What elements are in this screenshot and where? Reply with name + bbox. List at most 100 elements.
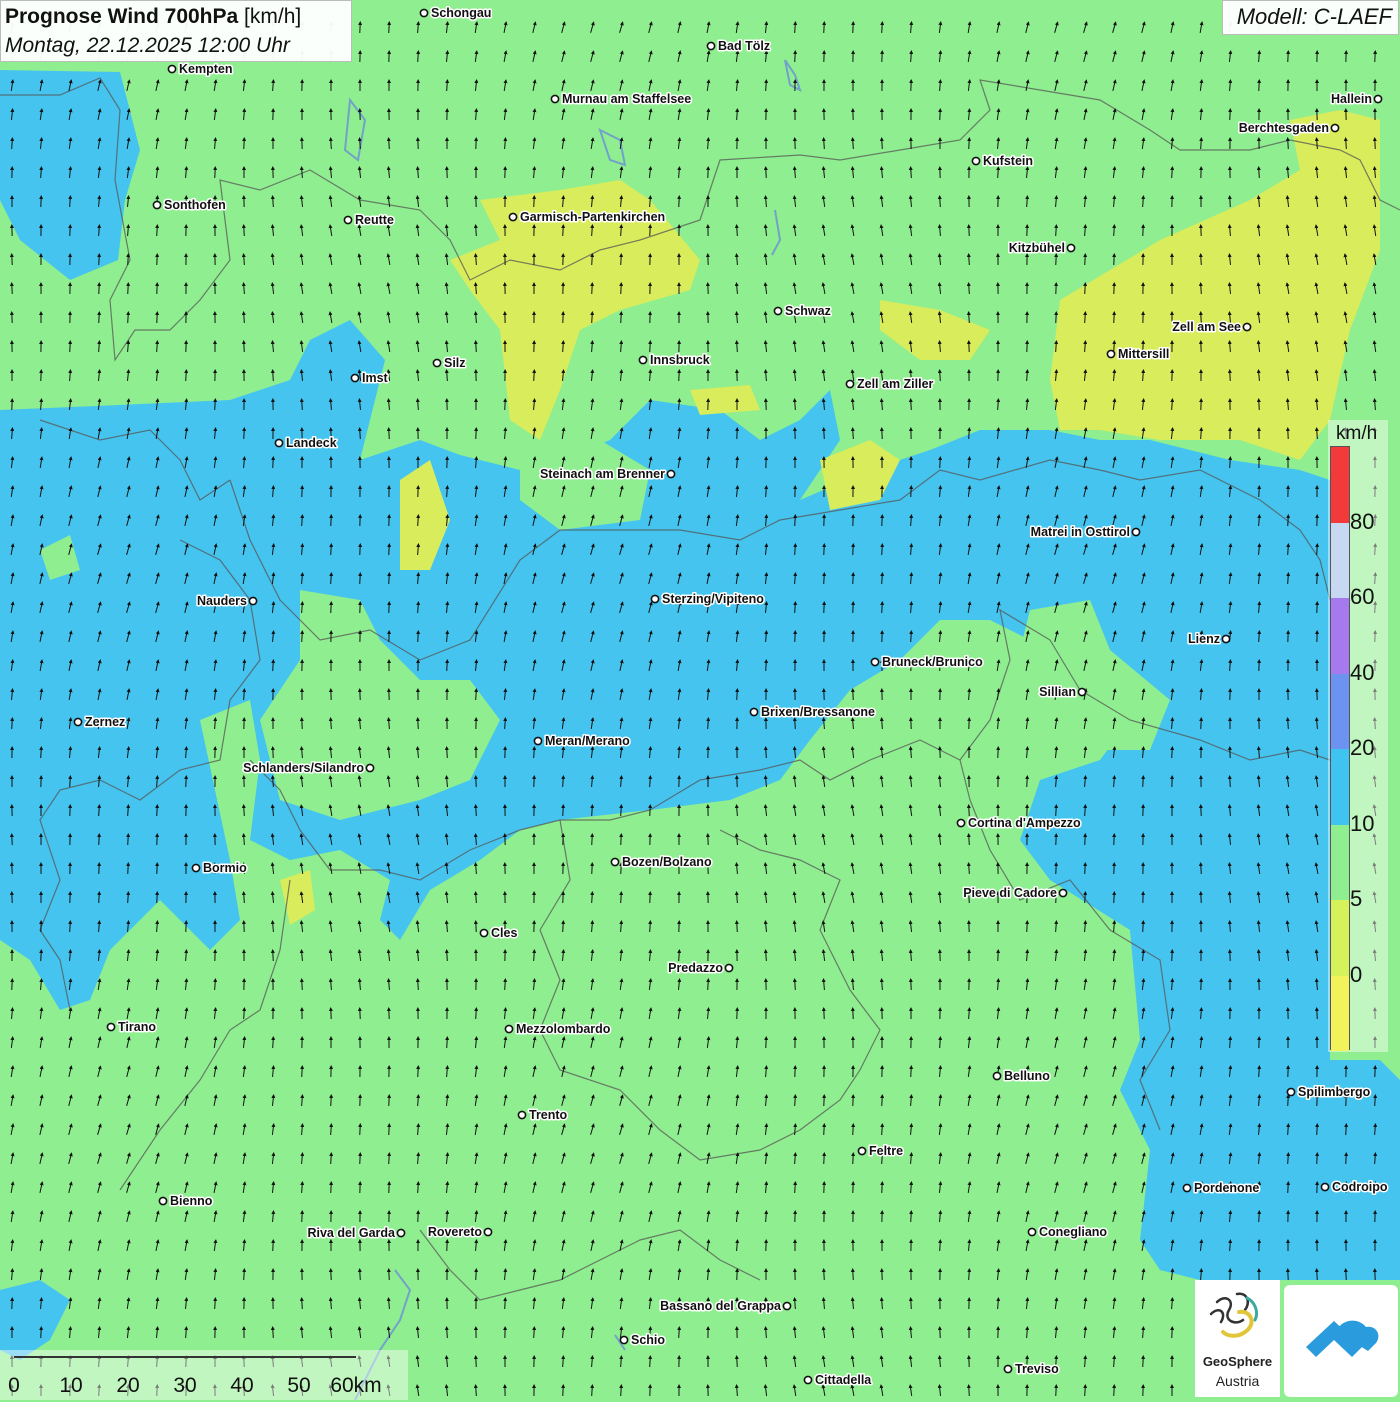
legend-band [1331,447,1349,523]
wind-arrow [360,1270,361,1280]
wind-arrow [186,371,187,381]
wind-arrow [1085,1386,1086,1396]
wind-arrow [592,1386,593,1396]
model-label: Modell: C-LAEF [1222,0,1399,35]
city-marker[interactable]: Codroipo [1321,1180,1388,1194]
city-label: Lienz [1188,632,1220,646]
city-marker[interactable]: Conegliano [1028,1225,1107,1239]
city-marker[interactable]: Meran/Merano [534,734,630,748]
legend-band [1331,598,1349,674]
city-marker[interactable]: Pordenone [1183,1181,1259,1195]
legend-tick-label: 60 [1350,584,1374,610]
wind-arrow [1288,1183,1289,1193]
wind-arrow [969,1270,970,1280]
city-marker[interactable]: Mezzolombardo [505,1022,610,1036]
city-marker[interactable]: Bruneck/Brunico [871,655,983,669]
legend-band [1331,825,1349,901]
city-marker[interactable]: Sterzing/Vipiteno [651,592,764,606]
city-label: Schwaz [785,304,831,318]
wind-arrow [1085,226,1086,236]
wind-arrow [1143,197,1144,207]
city-marker[interactable]: Schlanders/Silandro [243,761,373,775]
wind-arrow [1114,1386,1115,1396]
wind-arrow [940,1328,941,1338]
wind-arrow [1230,197,1231,207]
city-marker[interactable]: Spilimbergo [1287,1085,1370,1099]
wind-arrow [766,81,767,91]
city-marker[interactable]: Pieve di Cadore [963,886,1066,900]
wind-arrow [389,429,390,439]
city-marker[interactable]: Brixen/Bressanone [750,705,875,719]
scale-label: 60km [330,1374,381,1398]
city-marker[interactable]: Sonthofen [153,198,225,212]
city-dot [639,356,646,363]
city-marker[interactable]: Steinach am Brenner [540,467,675,481]
wind-arrow [12,139,13,149]
wind-arrow [911,52,912,62]
city-dot [74,718,81,725]
wind-arrow [447,748,448,758]
weather-app-icon [1284,1285,1398,1397]
wind-map[interactable]: SchongauBad TölzKemptenMurnau am Staffel… [0,0,1400,1400]
wind-arrow [273,951,274,961]
city-dot [551,95,558,102]
city-marker[interactable]: Berchtesgaden [1239,121,1339,135]
city-marker[interactable]: Matrei in Osttirol [1031,525,1140,539]
city-dot [1078,688,1085,695]
city-marker[interactable]: Bassano del Grappa [660,1299,790,1313]
wind-arrow [1346,139,1347,149]
wind-arrow [99,806,100,816]
wind-arrow [824,139,825,149]
city-label: Bormio [203,861,247,875]
wind-arrow [447,951,448,961]
wind-arrow [621,806,622,816]
wind-arrow [1114,313,1115,323]
wind-arrow [1259,400,1260,410]
city-dot [159,1197,166,1204]
wind-arrow [128,806,129,816]
wind-arrow [273,197,274,207]
wind-arrow [1114,806,1115,816]
city-dot [1132,528,1139,535]
zone-yellow-7 [690,385,760,415]
wind-arrow [969,139,970,149]
wind-arrow [1085,255,1086,265]
wind-arrow [969,806,970,816]
city-marker[interactable]: Zell am Ziller [846,377,933,391]
city-marker[interactable]: Cortina d'Ampezzo [957,816,1081,830]
wind-arrow [737,1009,738,1019]
wind-arrow [505,980,506,990]
city-marker[interactable]: Riva del Garda [307,1226,404,1240]
city-marker[interactable]: Schongau [420,6,491,20]
wind-arrow [795,23,796,33]
city-label: Bruneck/Brunico [882,655,983,669]
city-marker[interactable]: Zell am See [1172,320,1250,334]
wind-arrow [1056,806,1057,816]
wind-arrow [592,806,593,816]
wind-arrow [882,574,883,584]
city-marker[interactable]: Kitzbühel [1009,241,1075,255]
wind-arrow [679,1328,680,1338]
city-marker[interactable]: Murnau am Staffelsee [551,92,691,106]
geosphere-logo[interactable]: GeoSphere Austria [1195,1280,1280,1397]
city-marker[interactable]: Bozen/Bolzano [611,855,712,869]
map-title: Prognose Wind 700hPa [km/h] [5,5,301,29]
city-dot [192,864,199,871]
city-marker[interactable]: Cittadella [804,1373,872,1387]
wind-arrow [563,226,564,236]
city-marker[interactable]: Garmisch-Partenkirchen [509,210,665,224]
app-link[interactable] [1284,1285,1398,1397]
wind-arrow [302,1183,303,1193]
wind-arrow [911,400,912,410]
city-label: Bozen/Bolzano [622,855,712,869]
city-marker[interactable]: Innsbruck [639,353,709,367]
legend-tick-label: 5 [1350,886,1362,912]
wind-arrow [128,313,129,323]
wind-arrow [824,574,825,584]
wind-arrow [1259,632,1260,642]
city-marker[interactable]: Predazzo [668,961,732,975]
wind-arrow [708,980,709,990]
wind-arrow [418,1183,419,1193]
wind-arrow [1288,1125,1289,1135]
city-label: Reutte [355,213,394,227]
